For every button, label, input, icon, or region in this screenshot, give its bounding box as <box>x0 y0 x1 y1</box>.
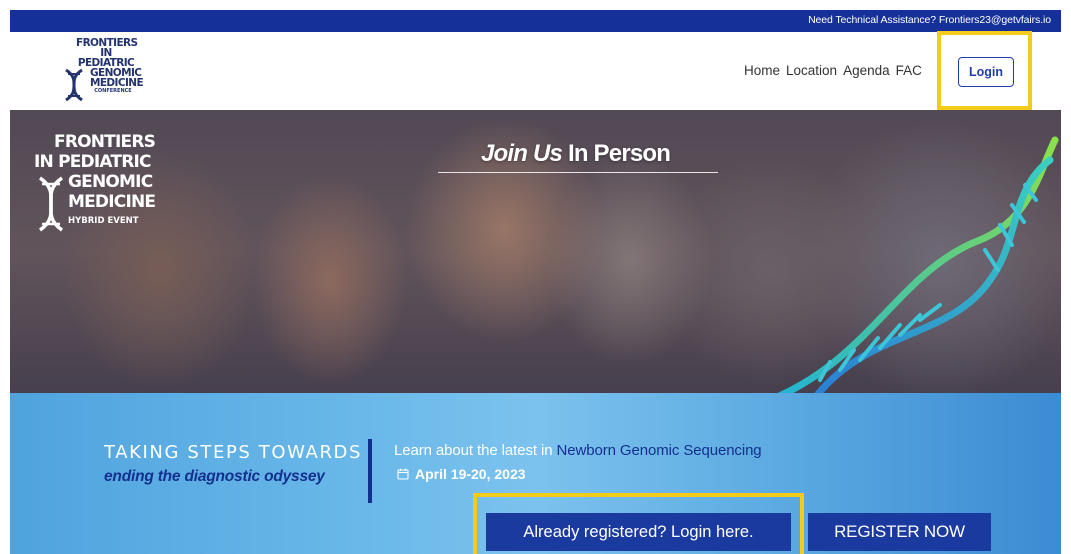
hero-title-em: Join Us <box>481 140 563 167</box>
hero-title-underline <box>438 172 718 173</box>
navbar: FRONTIERS IN PEDIATRIC GENOMIC MEDICINE … <box>10 32 1061 110</box>
hero-logo-line-3: GENOMIC <box>68 172 153 192</box>
tagline-bottom: ending the diagnostic odyssey <box>104 468 325 485</box>
learn-prefix: Learn about the latest in <box>394 442 557 459</box>
main-nav: Home Location Agenda FAC <box>744 63 928 78</box>
learn-text: Learn about the latest in Newborn Genomi… <box>394 442 762 459</box>
login-here-highlight-box <box>473 493 804 554</box>
nav-home[interactable]: Home <box>744 63 780 78</box>
technical-assistance-text[interactable]: Need Technical Assistance? Frontiers23@g… <box>808 14 1051 26</box>
nav-agenda[interactable]: Agenda <box>843 63 890 78</box>
site-logo[interactable]: FRONTIERS IN PEDIATRIC GENOMIC MEDICINE … <box>56 38 146 104</box>
hero-banner: FRONTIERS IN PEDIATRIC GENOMIC MEDICINE … <box>10 110 1061 393</box>
dna-strand-graphic <box>777 136 1059 393</box>
hero-logo-line-1: FRONTIERS <box>54 132 156 152</box>
learn-highlight: Newborn Genomic Sequencing <box>556 442 762 459</box>
nav-faq[interactable]: FAC <box>896 63 922 78</box>
page-frame: Need Technical Assistance? Frontiers23@g… <box>10 10 1061 554</box>
hero-logo-line-4: MEDICINE <box>68 192 156 212</box>
hero-title: Join Us In Person <box>481 140 671 168</box>
hero-logo-line-5: HYBRID EVENT <box>68 216 139 226</box>
tagline-top: TAKING STEPS TOWARDS <box>104 442 363 463</box>
top-bar: Need Technical Assistance? Frontiers23@g… <box>10 10 1061 32</box>
hero-title-rest: In Person <box>562 140 671 167</box>
nav-location[interactable]: Location <box>786 63 837 78</box>
calendar-icon <box>397 468 409 480</box>
event-date: April 19-20, 2023 <box>397 466 526 482</box>
info-band: TAKING STEPS TOWARDS ending the diagnost… <box>10 393 1061 554</box>
logo-line-2: IN PEDIATRIC <box>77 47 135 69</box>
register-now-button[interactable]: REGISTER NOW <box>808 513 991 551</box>
dna-helix-icon <box>38 176 64 232</box>
login-highlight-box <box>937 31 1032 110</box>
hero-logo-line-2: IN PEDIATRIC <box>34 152 152 172</box>
dna-helix-icon <box>65 68 83 102</box>
band-divider <box>368 439 372 503</box>
event-date-text: April 19-20, 2023 <box>415 466 526 482</box>
